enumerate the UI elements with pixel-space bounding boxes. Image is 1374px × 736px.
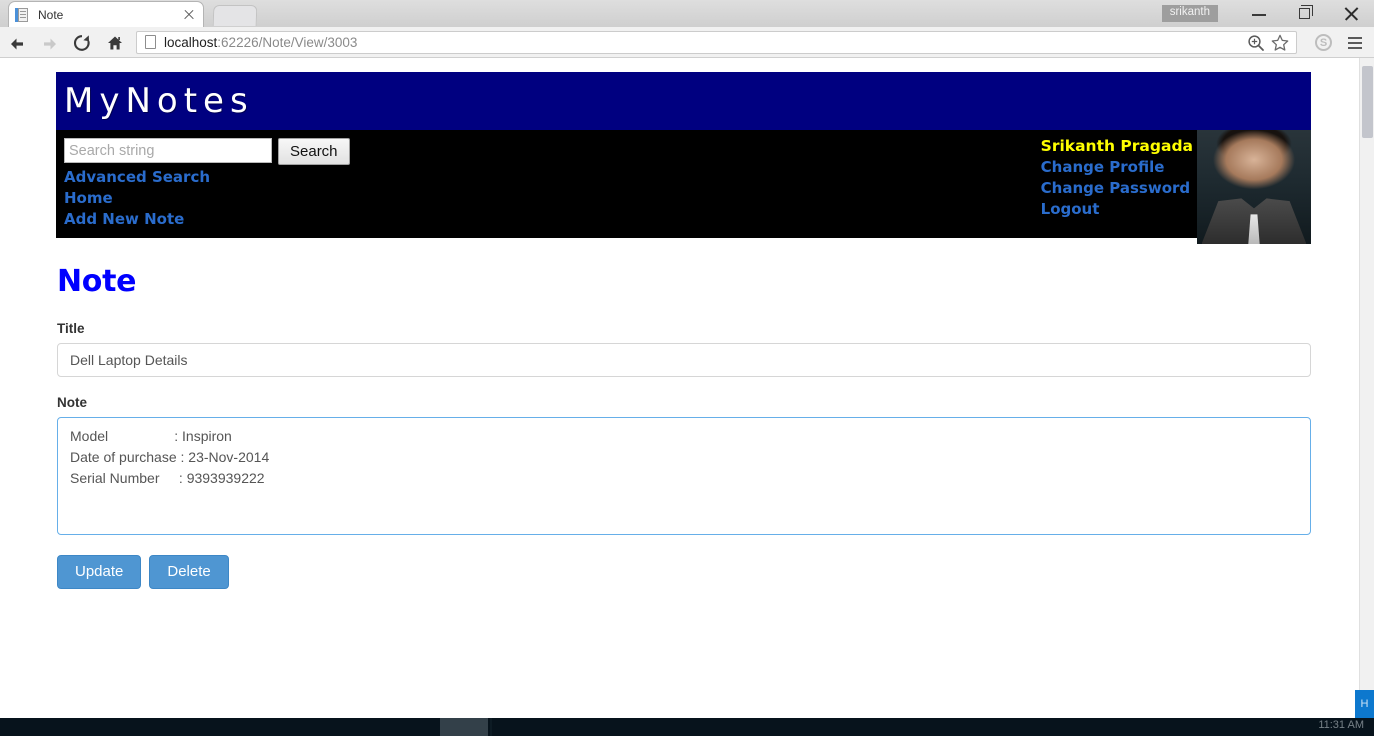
tab-close-icon[interactable] <box>181 7 197 23</box>
browser-toolbar: localhost:62226/Note/View/3003 S <box>0 27 1374 58</box>
nav-link-change-password[interactable]: Change Password <box>1041 178 1193 199</box>
taskbar-clock: 11:31 AM <box>1318 719 1364 731</box>
taskbar-item[interactable] <box>440 718 488 736</box>
nav-link-logout[interactable]: Logout <box>1041 199 1193 220</box>
back-button[interactable] <box>0 27 33 58</box>
site-brand: MyNotes <box>64 81 254 121</box>
note-field-label: Note <box>57 395 87 410</box>
site-navigation-bar: Search Advanced Search Home Add New Note… <box>56 130 1311 244</box>
scrollbar-thumb[interactable] <box>1362 66 1373 138</box>
document-icon <box>15 7 31 23</box>
new-tab-button[interactable] <box>212 5 258 26</box>
form-actions: Update Delete <box>57 555 1311 589</box>
window-controls: srikanth <box>1161 0 1374 27</box>
zoom-in-icon[interactable] <box>1244 31 1268 54</box>
site-header: MyNotes <box>56 72 1311 130</box>
reload-icon <box>73 34 91 57</box>
url-path: :62226/Note/View/3003 <box>217 34 358 50</box>
site-wrapper: MyNotes Search Advanced Search Home Add … <box>56 72 1311 589</box>
taskbar-divider <box>490 718 492 736</box>
user-chip[interactable]: srikanth <box>1161 5 1218 22</box>
search-button[interactable]: Search <box>278 138 350 165</box>
web-page: MyNotes Search Advanced Search Home Add … <box>0 58 1359 718</box>
user-block: Srikanth Pragada Change Profile Change P… <box>1041 136 1193 220</box>
skype-icon[interactable]: S <box>1315 33 1332 51</box>
search-input[interactable] <box>64 138 272 163</box>
title-input[interactable] <box>57 343 1311 377</box>
avatar <box>1197 130 1311 244</box>
forward-button[interactable] <box>33 27 66 58</box>
browser-tab-note[interactable]: Note <box>8 1 204 27</box>
nav-link-change-profile[interactable]: Change Profile <box>1041 157 1193 178</box>
taskbar-notification[interactable]: H <box>1355 690 1374 718</box>
delete-button[interactable]: Delete <box>149 555 229 589</box>
tab-title: Note <box>38 7 64 22</box>
browser-window: Note srikanth localhost:62226/Note/View/… <box>0 0 1374 736</box>
os-taskbar: 11:31 AM <box>0 718 1374 736</box>
reload-button[interactable] <box>66 27 99 58</box>
forward-arrow-icon <box>42 36 56 50</box>
update-button[interactable]: Update <box>57 555 142 589</box>
url-host: localhost <box>164 34 218 50</box>
note-textarea[interactable] <box>57 417 1311 535</box>
minimize-button[interactable] <box>1236 0 1282 27</box>
address-bar-url: localhost:62226/Note/View/3003 <box>164 35 1244 50</box>
note-form: Note Title Note Update Delete <box>56 238 1311 589</box>
page-info-icon <box>144 34 158 50</box>
back-arrow-icon <box>9 36 23 50</box>
vertical-scrollbar[interactable] <box>1359 58 1374 718</box>
address-bar[interactable]: localhost:62226/Note/View/3003 <box>136 30 1297 54</box>
page-viewport: MyNotes Search Advanced Search Home Add … <box>0 58 1374 718</box>
home-icon <box>107 35 123 56</box>
close-window-button[interactable] <box>1328 0 1374 27</box>
hamburger-menu-icon[interactable] <box>1342 31 1368 54</box>
tab-strip: Note srikanth <box>0 0 1374 27</box>
title-field-label: Title <box>57 321 85 336</box>
star-icon[interactable] <box>1268 31 1292 54</box>
home-button[interactable] <box>99 27 132 58</box>
page-title: Note <box>57 264 137 299</box>
user-name: Srikanth Pragada <box>1040 137 1193 155</box>
maximize-button[interactable] <box>1282 0 1328 27</box>
toolbar-right-icons: S <box>1305 31 1374 54</box>
